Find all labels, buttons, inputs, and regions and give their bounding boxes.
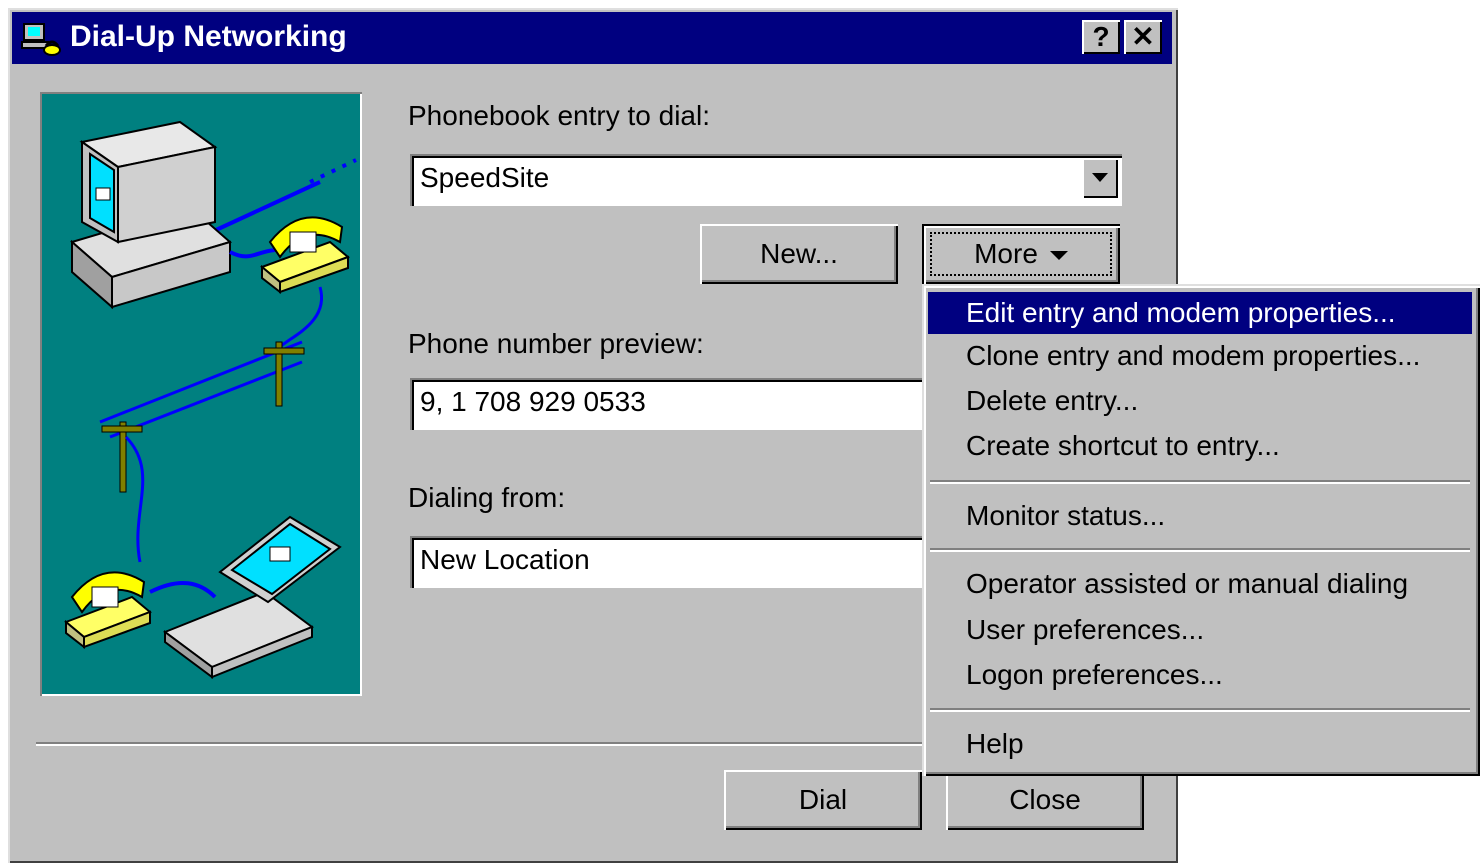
telephone-poles-icon: [99, 340, 305, 493]
menu-item-user-preferences[interactable]: User preferences...: [928, 609, 1472, 651]
dropdown-arrow-icon: [1049, 251, 1068, 261]
new-button-label: New...: [760, 238, 838, 269]
menu-item-create-shortcut[interactable]: Create shortcut to entry...: [928, 425, 1472, 467]
phone-number-preview-label: Phone number preview:: [408, 328, 704, 359]
more-button-label: More: [974, 238, 1068, 269]
phonebook-entry-label: Phonebook entry to dial:: [408, 100, 710, 131]
menu-item-logon-preferences[interactable]: Logon preferences...: [928, 654, 1472, 696]
dialup-networking-icon: [21, 23, 61, 56]
menu-item-clone-entry[interactable]: Clone entry and modem properties...: [928, 335, 1472, 377]
close-title-button[interactable]: ✕: [1124, 20, 1162, 54]
menu-item-operator-assisted[interactable]: Operator assisted or manual dialing: [928, 563, 1472, 605]
menu-separator: [930, 480, 1470, 484]
chevron-down-icon[interactable]: [1082, 158, 1118, 198]
dialup-illustration: [40, 92, 362, 696]
phone-number-preview-value: 9, 1 708 929 0533: [420, 386, 646, 417]
dial-button-label: Dial: [798, 784, 848, 815]
desktop-computer-icon: [69, 120, 233, 310]
laptop-icon: [162, 515, 342, 679]
window-title: Dial-Up Networking: [70, 20, 347, 53]
telephone-bottom-icon: [64, 571, 152, 650]
menu-item-delete-entry[interactable]: Delete entry...: [928, 380, 1472, 422]
title-bar[interactable]: Dial-Up Networking ? ✕: [12, 12, 1172, 64]
dial-button[interactable]: Dial: [724, 770, 922, 830]
network-illustration-graphic: [64, 120, 357, 679]
menu-separator: [930, 708, 1470, 712]
menu-item-monitor-status[interactable]: Monitor status...: [928, 495, 1472, 537]
more-dropdown-menu: Edit entry and modem properties... Clone…: [922, 284, 1480, 776]
phonebook-entry-combobox[interactable]: SpeedSite: [410, 154, 1122, 206]
close-button-label: Close: [1009, 784, 1081, 815]
telephone-top-icon: [260, 216, 350, 295]
dialing-from-value: New Location: [420, 544, 590, 575]
help-title-button[interactable]: ?: [1082, 20, 1120, 54]
menu-item-help[interactable]: Help: [928, 723, 1472, 765]
new-button[interactable]: New...: [700, 224, 898, 284]
menu-item-edit-entry[interactable]: Edit entry and modem properties...: [928, 292, 1472, 334]
dialing-from-label: Dialing from:: [408, 482, 566, 513]
close-button[interactable]: Close: [946, 770, 1144, 830]
more-button[interactable]: More: [922, 224, 1120, 284]
phonebook-entry-value: SpeedSite: [420, 162, 550, 193]
menu-separator: [930, 548, 1470, 552]
